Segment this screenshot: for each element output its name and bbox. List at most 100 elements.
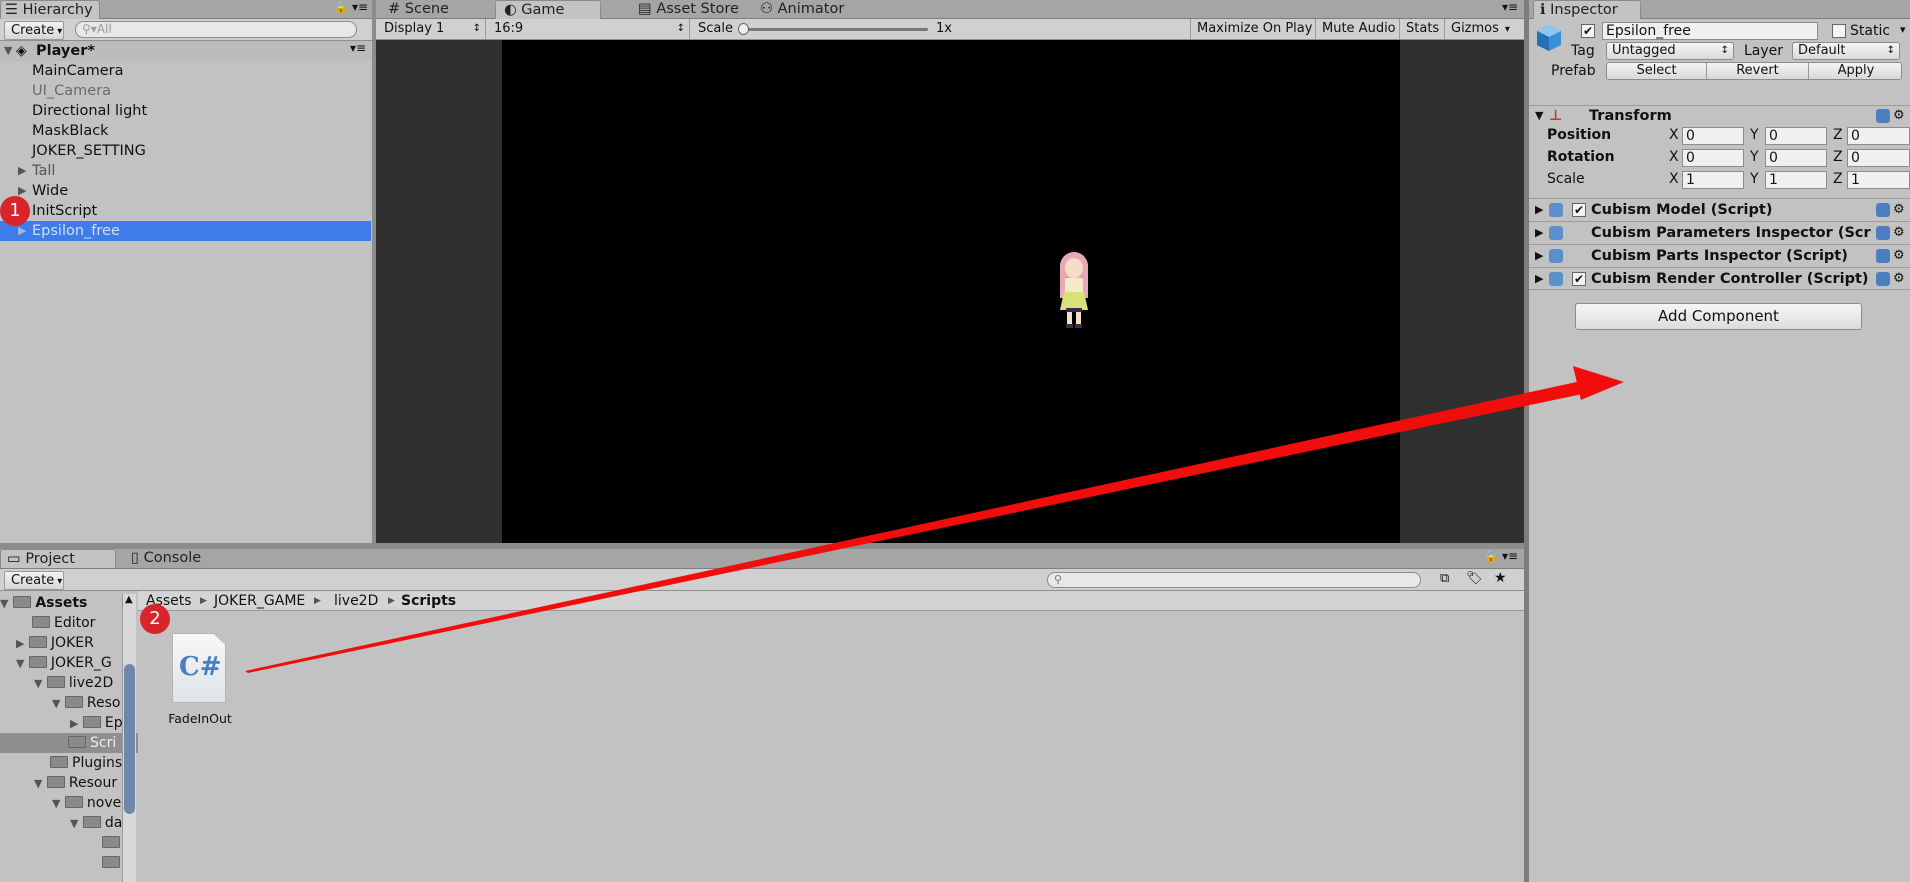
tab-console[interactable]: ▯ Console xyxy=(131,549,201,568)
tree-item-joker[interactable]: ▶ JOKER xyxy=(16,633,94,653)
scale-y-field[interactable]: 1 xyxy=(1765,171,1827,189)
scale-slider-handle[interactable] xyxy=(738,23,749,35)
position-z-field[interactable]: 0 xyxy=(1847,127,1910,145)
tree-item-assets[interactable]: ▼ Assets xyxy=(0,593,87,613)
gear-icon[interactable]: ⚙ xyxy=(1893,222,1905,244)
filter-type-icon[interactable]: ⧉ xyxy=(1440,571,1449,586)
expand-triangle-icon[interactable]: ▶ xyxy=(1535,268,1543,289)
position-x-field[interactable]: 0 xyxy=(1682,127,1744,145)
component-enabled-checkbox[interactable]: ✔ xyxy=(1572,272,1586,286)
project-search-input[interactable]: ⚲ xyxy=(1047,572,1421,588)
tree-item-folder[interactable] xyxy=(102,833,124,853)
add-component-button[interactable]: Add Component xyxy=(1575,303,1862,330)
tree-item-ep[interactable]: ▶ Ep xyxy=(70,713,123,733)
static-checkbox[interactable] xyxy=(1832,24,1846,38)
expand-triangle-icon[interactable]: ▼ xyxy=(4,41,12,61)
tree-item-novel[interactable]: ▼ nove xyxy=(52,793,121,813)
panel-menu-icon[interactable]: ▾≡ xyxy=(1502,549,1518,563)
rotation-z-field[interactable]: 0 xyxy=(1847,149,1910,167)
expand-triangle-icon[interactable]: ▼ xyxy=(16,657,24,670)
help-icon[interactable] xyxy=(1876,226,1890,240)
expand-triangle-icon[interactable]: ▼ xyxy=(34,677,42,690)
expand-triangle-icon[interactable]: ▶ xyxy=(1535,199,1543,221)
layer-select[interactable]: Default xyxy=(1792,42,1900,60)
tree-item-resources-2[interactable]: ▼ Resour xyxy=(34,773,117,793)
rotation-y-field[interactable]: 0 xyxy=(1765,149,1827,167)
component-cubism-parameters-inspector[interactable]: ▶ Cubism Parameters Inspector (Script) ⚙ xyxy=(1529,221,1910,244)
maximize-on-play-button[interactable]: Maximize On Play xyxy=(1190,19,1318,39)
expand-triangle-icon[interactable]: ▼ xyxy=(0,597,8,610)
active-checkbox[interactable]: ✔ xyxy=(1581,24,1595,38)
tree-scrollbar[interactable]: ▲ xyxy=(122,594,136,882)
gear-icon[interactable]: ⚙ xyxy=(1893,245,1905,267)
help-icon[interactable] xyxy=(1876,203,1890,217)
tab-inspector[interactable]: ℹ Inspector xyxy=(1533,0,1641,19)
gear-icon[interactable]: ⚙ xyxy=(1893,199,1905,221)
tree-item-plugins[interactable]: Plugins xyxy=(50,753,122,773)
hierarchy-item-tall[interactable]: ▶ Tall xyxy=(0,161,371,181)
lock-icon[interactable]: 🔒 xyxy=(334,1,348,14)
hierarchy-item-initscript[interactable]: InitScript xyxy=(0,201,371,221)
expand-triangle-icon[interactable]: ▼ xyxy=(1535,106,1543,126)
tree-item-live2d[interactable]: ▼ live2D xyxy=(34,673,113,693)
hierarchy-item-ui-camera[interactable]: UI_Camera xyxy=(0,81,371,101)
display-select[interactable]: Display 1 ↕ xyxy=(380,19,486,39)
aspect-select[interactable]: 16:9 ↕ xyxy=(490,19,690,39)
gizmos-button[interactable]: Gizmos ▾ xyxy=(1444,19,1524,39)
position-y-field[interactable]: 0 xyxy=(1765,127,1827,145)
transform-header[interactable]: ▼ ⊥ Transform ⚙ xyxy=(1529,105,1910,127)
expand-triangle-icon[interactable]: ▶ xyxy=(70,717,78,730)
star-icon[interactable]: ★ xyxy=(1494,570,1507,586)
tab-hierarchy[interactable]: ☰ Hierarchy xyxy=(0,0,100,19)
prefab-revert-button[interactable]: Revert xyxy=(1707,63,1809,79)
scroll-up-arrow-icon[interactable]: ▲ xyxy=(125,594,133,605)
hierarchy-create-button[interactable]: Create xyxy=(4,21,64,40)
scene-menu-icon[interactable]: ▾≡ xyxy=(350,41,366,55)
prefab-apply-button[interactable]: Apply xyxy=(1809,63,1903,79)
tree-item-folder[interactable] xyxy=(102,853,124,873)
chevron-down-icon[interactable]: ▾ xyxy=(1900,23,1906,36)
stats-button[interactable]: Stats xyxy=(1399,19,1445,39)
project-create-button[interactable]: Create xyxy=(4,571,64,590)
rotation-x-field[interactable]: 0 xyxy=(1682,149,1744,167)
tab-scene[interactable]: # Scene xyxy=(388,0,449,19)
component-cubism-parts-inspector[interactable]: ▶ Cubism Parts Inspector (Script) ⚙ xyxy=(1529,244,1910,267)
breadcrumb-joker-game[interactable]: JOKER_GAME xyxy=(214,591,305,611)
component-cubism-model[interactable]: ▶ ✔ Cubism Model (Script) ⚙ xyxy=(1529,198,1910,221)
help-icon[interactable] xyxy=(1876,249,1890,263)
expand-triangle-icon[interactable]: ▶ xyxy=(16,637,24,650)
hierarchy-item-epsilon-free[interactable]: ▶ Epsilon_free xyxy=(0,221,371,241)
expand-triangle-icon[interactable]: ▶ xyxy=(18,161,26,181)
breadcrumb-scripts[interactable]: Scripts xyxy=(401,591,456,611)
tree-item-joker-game[interactable]: ▼ JOKER_G xyxy=(16,653,112,673)
tab-asset-store[interactable]: ▤ Asset Store xyxy=(638,0,739,19)
tab-game[interactable]: ◐ Game xyxy=(495,0,601,19)
tree-item-resources[interactable]: ▼ Reso xyxy=(52,693,121,713)
tree-item-editor[interactable]: Editor xyxy=(32,613,95,633)
expand-triangle-icon[interactable]: ▶ xyxy=(1535,222,1543,244)
tag-select[interactable]: Untagged xyxy=(1606,42,1734,60)
hierarchy-item-joker-setting[interactable]: JOKER_SETTING xyxy=(0,141,371,161)
mute-audio-button[interactable]: Mute Audio xyxy=(1315,19,1402,39)
hierarchy-item-maskblack[interactable]: MaskBlack xyxy=(0,121,371,141)
asset-fadeinout[interactable]: C# FadeInOut xyxy=(162,633,238,733)
gear-icon[interactable]: ⚙ xyxy=(1893,106,1905,126)
hierarchy-item-maincamera[interactable]: MainCamera xyxy=(0,61,371,81)
expand-triangle-icon[interactable]: ▼ xyxy=(52,797,60,810)
tree-item-data[interactable]: ▼ da xyxy=(70,813,122,833)
breadcrumb-live2d[interactable]: live2D xyxy=(334,591,378,611)
tree-scroll-thumb[interactable] xyxy=(124,664,135,814)
hierarchy-item-wide[interactable]: ▶ Wide xyxy=(0,181,371,201)
scale-slider-track[interactable] xyxy=(742,28,928,31)
tree-item-scripts[interactable]: Scri xyxy=(0,733,138,753)
lock-icon[interactable]: 🔒 xyxy=(1484,550,1498,563)
panel-menu-icon[interactable]: ▾≡ xyxy=(1502,0,1518,14)
prefab-select-button[interactable]: Select xyxy=(1607,63,1707,79)
tag-icon[interactable]: 🏷 xyxy=(1466,571,1483,586)
scene-row[interactable]: ▼ ◈ Player* xyxy=(0,41,371,61)
object-name-field[interactable]: Epsilon_free xyxy=(1602,22,1818,40)
expand-triangle-icon[interactable]: ▼ xyxy=(70,817,78,830)
hierarchy-item-directional-light[interactable]: Directional light xyxy=(0,101,371,121)
scale-z-field[interactable]: 1 xyxy=(1847,171,1910,189)
expand-triangle-icon[interactable]: ▼ xyxy=(52,697,60,710)
